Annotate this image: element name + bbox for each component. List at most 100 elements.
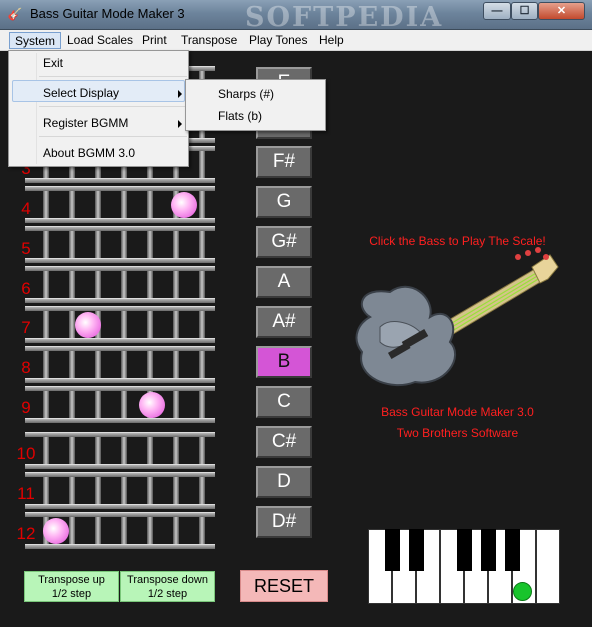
fret-wire: [25, 504, 215, 509]
piano-black-key[interactable]: [505, 529, 520, 571]
watermark: SOFTPEDIA: [245, 2, 444, 33]
string: [147, 311, 153, 338]
note-button-d-sharp[interactable]: D#: [256, 506, 312, 538]
transpose-up-button[interactable]: Transpose up 1/2 step: [24, 571, 119, 602]
string: [173, 517, 179, 544]
fret-wire: [25, 186, 215, 191]
fret-row[interactable]: [25, 432, 215, 469]
string: [199, 231, 205, 258]
string: [95, 271, 101, 298]
menu-item-select-display[interactable]: Select Display: [43, 86, 119, 100]
submenu-arrow-icon: [178, 90, 182, 98]
string: [199, 517, 205, 544]
piano-black-key[interactable]: [409, 529, 424, 571]
menu-item-about[interactable]: About BGMM 3.0: [43, 146, 135, 160]
piano-black-key[interactable]: [481, 529, 496, 571]
string: [95, 191, 101, 218]
string: [121, 311, 127, 338]
menu-play-tones[interactable]: Play Tones: [244, 32, 312, 49]
note-button-c-sharp[interactable]: C#: [256, 426, 312, 458]
fret-row[interactable]: [25, 186, 215, 223]
string: [121, 477, 127, 504]
scale-note-dot[interactable]: [43, 518, 69, 544]
string: [121, 231, 127, 258]
scale-note-dot[interactable]: [171, 192, 197, 218]
string: [147, 271, 153, 298]
string: [95, 437, 101, 464]
fret-wire: [25, 378, 215, 383]
menu-separator: [39, 106, 187, 107]
fret-row[interactable]: [25, 306, 215, 343]
string: [43, 191, 49, 218]
scale-note-dot[interactable]: [139, 392, 165, 418]
menu-item-exit[interactable]: Exit: [43, 56, 63, 70]
menu-gutter: [36, 53, 37, 164]
note-button-g[interactable]: G: [256, 186, 312, 218]
string: [121, 351, 127, 378]
transpose-down-label: Transpose down: [127, 574, 208, 586]
scale-note-dot[interactable]: [75, 312, 101, 338]
menu-print[interactable]: Print: [137, 32, 172, 49]
fret-wire: [25, 544, 215, 549]
menu-bar: System Load Scales Print Transpose Play …: [0, 30, 592, 51]
credit-title: Bass Guitar Mode Maker 3.0: [381, 405, 534, 419]
note-button-c[interactable]: C: [256, 386, 312, 418]
menu-item-sharps[interactable]: Sharps (#): [218, 87, 274, 101]
string: [95, 231, 101, 258]
menu-load-scales[interactable]: Load Scales: [62, 32, 138, 49]
note-button-f-sharp[interactable]: F#: [256, 146, 312, 178]
note-button-d[interactable]: D: [256, 466, 312, 498]
string: [199, 391, 205, 418]
reset-button[interactable]: RESET: [240, 570, 328, 602]
menu-item-flats[interactable]: Flats (b): [218, 109, 262, 123]
fret-row[interactable]: [25, 266, 215, 303]
string: [199, 437, 205, 464]
menu-item-register[interactable]: Register BGMM: [43, 116, 128, 130]
string: [121, 191, 127, 218]
system-menu-dropdown: Exit Select Display Register BGMM About …: [8, 50, 189, 167]
string: [173, 231, 179, 258]
piano-black-key[interactable]: [457, 529, 472, 571]
menu-transpose[interactable]: Transpose: [176, 32, 242, 49]
transpose-up-step: 1/2 step: [51, 588, 92, 600]
string: [95, 517, 101, 544]
window-title: Bass Guitar Mode Maker 3: [30, 6, 185, 21]
fret-row[interactable]: [25, 472, 215, 509]
note-button-b[interactable]: B: [256, 346, 312, 378]
fret-wire: [25, 298, 215, 303]
note-button-a-sharp[interactable]: A#: [256, 306, 312, 338]
fret-row[interactable]: [25, 386, 215, 423]
menu-separator: [39, 136, 187, 137]
transpose-down-button[interactable]: Transpose down 1/2 step: [120, 571, 215, 602]
string: [147, 351, 153, 378]
string: [69, 271, 75, 298]
string: [173, 271, 179, 298]
string: [95, 351, 101, 378]
string: [199, 351, 205, 378]
fret-row[interactable]: [25, 226, 215, 263]
string: [43, 311, 49, 338]
guitar-icon: 🎸: [7, 7, 23, 21]
menu-system[interactable]: System: [9, 32, 62, 49]
piano-white-key[interactable]: [536, 529, 560, 604]
note-button-a[interactable]: A: [256, 266, 312, 298]
fret-row[interactable]: [25, 346, 215, 383]
fret-wire: [25, 266, 215, 271]
string: [147, 231, 153, 258]
bass-guitar-image[interactable]: [350, 247, 560, 397]
menu-help[interactable]: Help: [314, 32, 349, 49]
fret-wire: [25, 386, 215, 391]
note-button-g-sharp[interactable]: G#: [256, 226, 312, 258]
fret-row[interactable]: [25, 512, 215, 549]
string: [43, 231, 49, 258]
maximize-button[interactable]: ☐: [511, 2, 538, 20]
string: [69, 517, 75, 544]
string: [69, 391, 75, 418]
string: [95, 477, 101, 504]
minimize-button[interactable]: —: [483, 2, 511, 20]
string: [121, 391, 127, 418]
close-button[interactable]: ✕: [538, 2, 585, 20]
string: [43, 437, 49, 464]
piano-black-key[interactable]: [385, 529, 400, 571]
string: [69, 191, 75, 218]
